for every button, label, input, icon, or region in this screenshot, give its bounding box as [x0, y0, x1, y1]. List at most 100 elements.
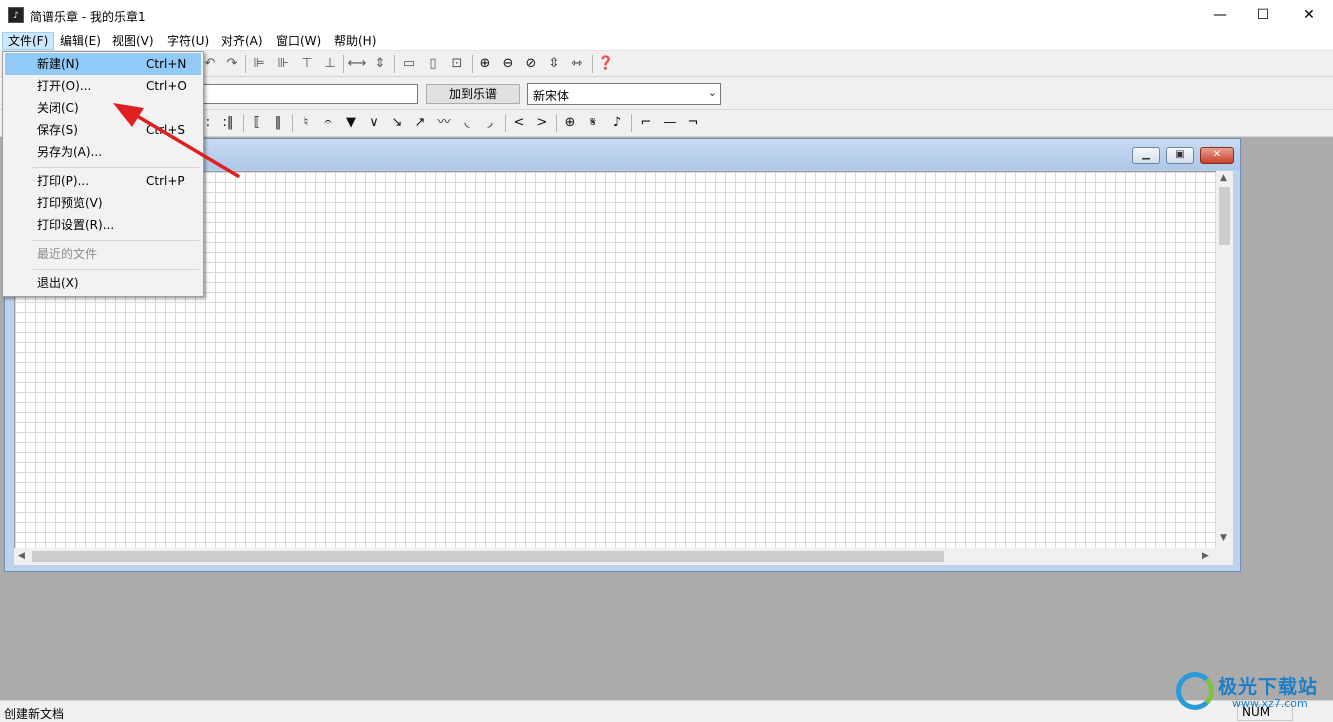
- menu-align[interactable]: 对齐(A): [216, 32, 268, 50]
- watermark-url: www.xz7.com: [1232, 697, 1308, 710]
- app-window: ♪ 简谱乐章 - 我的乐章1 — ☐ ✕ 文件(F) 编辑(E) 视图(V) 字…: [0, 0, 1333, 722]
- menu-item-open[interactable]: 打开(O)... Ctrl+O: [5, 75, 201, 97]
- file-menu-dropdown: 新建(N) Ctrl+N 打开(O)... Ctrl+O 关闭(C) 保存(S)…: [2, 51, 204, 297]
- align-top-icon[interactable]: ⊤: [297, 54, 317, 74]
- menu-item-label: 退出(X): [37, 276, 79, 290]
- menu-separator: [33, 167, 199, 168]
- coda-icon[interactable]: ⊕: [560, 113, 580, 133]
- status-bar: 创建新文档 NUM: [0, 700, 1333, 722]
- toolbar-separator: [394, 55, 395, 73]
- breath-mark-icon[interactable]: ∨: [364, 113, 384, 133]
- trill-icon[interactable]: 〰: [434, 113, 454, 133]
- menu-item-shortcut: Ctrl+S: [146, 123, 186, 137]
- slur-right-icon[interactable]: ◞: [480, 113, 500, 133]
- natural-sign-icon[interactable]: ♮: [296, 113, 316, 133]
- slide-up-icon[interactable]: ↗: [410, 113, 430, 133]
- menu-item-shortcut: Ctrl+N: [146, 57, 187, 71]
- menu-item-save-as[interactable]: 另存为(A)...: [5, 141, 201, 163]
- help-icon[interactable]: ❓: [596, 54, 616, 74]
- double-barline-icon[interactable]: ‖: [268, 113, 288, 133]
- scroll-up-icon[interactable]: ▲: [1220, 173, 1227, 183]
- zoom-reset-icon[interactable]: ⊘: [521, 54, 541, 74]
- center-vertical-icon[interactable]: ▯: [423, 54, 443, 74]
- menu-item-print-preview[interactable]: 打印预览(V): [5, 192, 201, 214]
- menu-item-new[interactable]: 新建(N) Ctrl+N: [5, 53, 201, 75]
- volta-end-icon[interactable]: ¬: [683, 113, 703, 133]
- volta-1-icon[interactable]: ⌐: [636, 113, 656, 133]
- align-left-icon[interactable]: ⊫: [249, 54, 269, 74]
- horizontal-scroll-thumb[interactable]: [32, 551, 944, 562]
- doc-restore-icon[interactable]: ▣: [1166, 147, 1194, 164]
- fit-height-icon[interactable]: ⇳: [544, 54, 564, 74]
- menu-bar: 文件(F) 编辑(E) 视图(V) 字符(U) 对齐(A) 窗口(W) 帮助(H…: [0, 31, 1333, 51]
- scroll-left-icon[interactable]: ◀: [18, 551, 25, 561]
- crescendo-icon[interactable]: <: [509, 113, 529, 133]
- align-bottom-icon[interactable]: ⊥: [320, 54, 340, 74]
- toolbar-separator: [243, 114, 244, 132]
- zoom-in-icon[interactable]: ⊕: [475, 54, 495, 74]
- fit-width-icon[interactable]: ⇿: [567, 54, 587, 74]
- app-logo-icon: ♪: [8, 7, 24, 23]
- horizontal-scrollbar[interactable]: ◀ ▶: [14, 548, 1216, 565]
- watermark-name: 极光下载站: [1218, 676, 1319, 698]
- scroll-down-icon[interactable]: ▼: [1220, 533, 1227, 543]
- toolbar-separator: [556, 114, 557, 132]
- vertical-scrollbar[interactable]: ▲ ▼: [1216, 171, 1233, 548]
- note-icon[interactable]: ♪: [607, 113, 627, 133]
- vertical-scroll-thumb[interactable]: [1219, 187, 1230, 245]
- space-horizontal-icon[interactable]: ⟷: [347, 54, 367, 74]
- menu-file[interactable]: 文件(F): [2, 32, 55, 50]
- volta-2-icon[interactable]: —: [660, 113, 680, 133]
- chevron-down-icon: ⌄: [707, 86, 717, 99]
- menu-item-shortcut: Ctrl+P: [146, 174, 185, 188]
- slide-down-icon[interactable]: ↘: [387, 113, 407, 133]
- menu-item-label: 最近的文件: [37, 247, 98, 261]
- space-vertical-icon[interactable]: ⇕: [370, 54, 390, 74]
- menu-item-close[interactable]: 关闭(C): [5, 97, 201, 119]
- menu-item-recent-files: 最近的文件: [5, 243, 201, 265]
- align-right-icon[interactable]: ⊪: [273, 54, 293, 74]
- scroll-right-icon[interactable]: ▶: [1202, 551, 1209, 561]
- menu-item-save[interactable]: 保存(S) Ctrl+S: [5, 119, 201, 141]
- watermark: 极光下载站 www.xz7.com: [1172, 668, 1332, 720]
- menu-item-print-setup[interactable]: 打印设置(R)...: [5, 214, 201, 236]
- center-horizontal-icon[interactable]: ▭: [399, 54, 419, 74]
- menu-item-label: 打开(O)...: [37, 79, 92, 93]
- add-to-score-button[interactable]: 加到乐谱: [426, 84, 520, 104]
- repeat-end-icon[interactable]: :‖: [218, 113, 238, 133]
- title-bar: ♪ 简谱乐章 - 我的乐章1 — ☐ ✕: [0, 0, 1333, 31]
- barline-start-icon[interactable]: ⟦: [247, 113, 267, 133]
- menu-edit[interactable]: 编辑(E): [55, 32, 106, 50]
- menu-window[interactable]: 窗口(W): [271, 32, 326, 50]
- toolbar-separator: [472, 55, 473, 73]
- zoom-out-icon[interactable]: ⊖: [498, 54, 518, 74]
- menu-help[interactable]: 帮助(H): [329, 32, 381, 50]
- menu-item-print[interactable]: 打印(P)... Ctrl+P: [5, 170, 201, 192]
- segno-icon[interactable]: 𝄋: [583, 113, 603, 133]
- doc-minimize-icon[interactable]: ▁: [1132, 147, 1160, 164]
- toolbar-separator: [631, 114, 632, 132]
- window-title: 简谱乐章 - 我的乐章1: [30, 10, 146, 24]
- menu-item-exit[interactable]: 退出(X): [5, 272, 201, 294]
- menu-character[interactable]: 字符(U): [162, 32, 214, 50]
- maximize-button[interactable]: ☐: [1240, 0, 1286, 31]
- watermark-logo-icon: [1176, 672, 1214, 710]
- close-button[interactable]: ✕: [1286, 0, 1332, 31]
- decrescendo-icon[interactable]: >: [532, 113, 552, 133]
- fermata-icon[interactable]: 𝄐: [318, 113, 338, 133]
- text-input[interactable]: [198, 84, 418, 104]
- minimize-button[interactable]: —: [1197, 0, 1243, 31]
- menu-item-label: 保存(S): [37, 123, 78, 137]
- menu-item-label: 打印预览(V): [37, 196, 103, 210]
- font-select[interactable]: 新宋体 ⌄: [527, 83, 721, 105]
- redo-icon[interactable]: ↷: [222, 54, 242, 74]
- accent-down-icon[interactable]: ▼: [341, 113, 361, 133]
- menu-item-label: 打印(P)...: [37, 174, 90, 188]
- doc-close-icon[interactable]: ✕: [1200, 147, 1234, 164]
- menu-item-shortcut: Ctrl+O: [146, 79, 187, 93]
- slur-left-icon[interactable]: ◟: [457, 113, 477, 133]
- menu-view[interactable]: 视图(V): [107, 32, 159, 50]
- center-both-icon[interactable]: ⊡: [447, 54, 467, 74]
- menu-item-label: 关闭(C): [37, 101, 79, 115]
- scroll-corner: [1216, 548, 1233, 565]
